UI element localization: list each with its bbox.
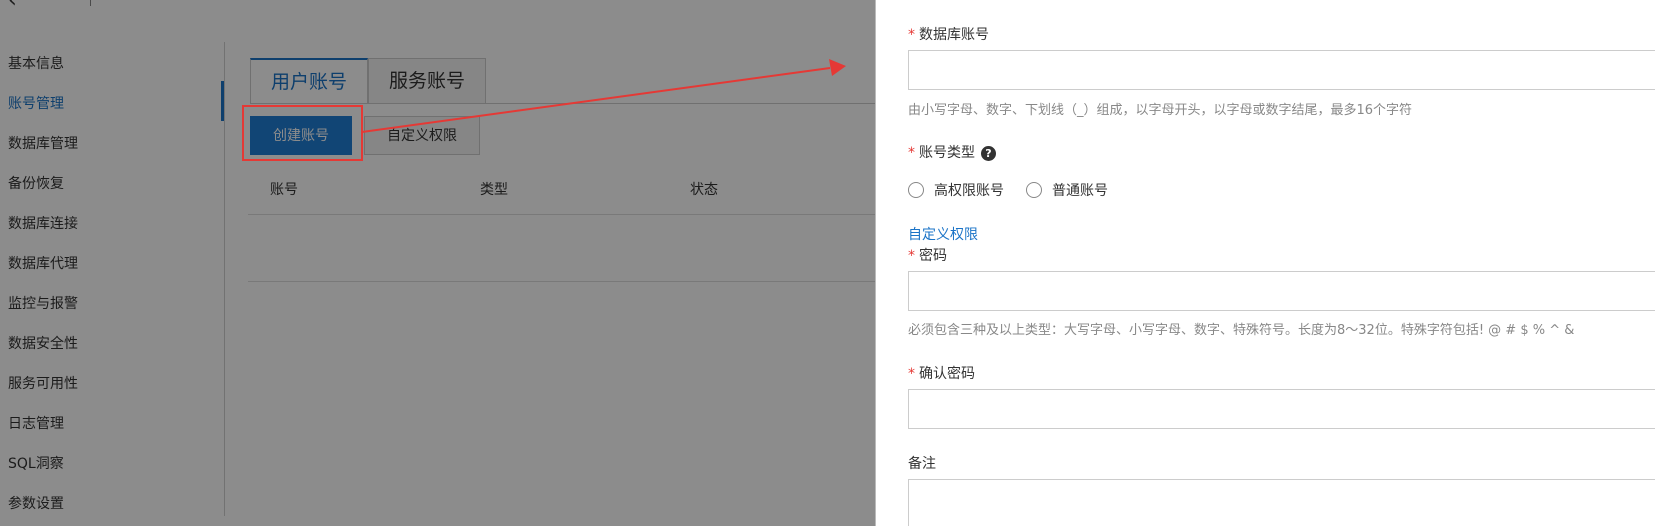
account-type-radio-group: 高权限账号 普通账号	[908, 180, 1122, 200]
confirm-password-input[interactable]	[908, 389, 1655, 429]
create-account-drawer: * 数据库账号 由小写字母、数字、下划线（_）组成，以字母开头，以字母或数字结尾，…	[875, 0, 1655, 526]
confirm-password-label: * 确认密码	[908, 366, 975, 382]
radio-circle-icon	[1026, 182, 1042, 198]
help-icon[interactable]: ?	[981, 145, 996, 161]
custom-permission-link[interactable]: 自定义权限	[908, 224, 978, 244]
radio-privileged-account[interactable]: 高权限账号	[908, 180, 1004, 200]
radio-circle-icon	[908, 182, 924, 198]
password-hint: 必须包含三种及以上类型：大写字母、小写字母、数字、特殊符号。长度为8～32位。特…	[908, 323, 1575, 338]
radio-label: 普通账号	[1052, 183, 1108, 199]
remark-textarea[interactable]	[908, 479, 1655, 526]
account-type-label: * 账号类型?	[908, 142, 996, 162]
modal-overlay[interactable]	[0, 0, 875, 526]
password-input[interactable]	[908, 271, 1655, 311]
remark-label: 备注	[908, 456, 936, 472]
required-marker: *	[908, 248, 915, 264]
account-name-hint: 由小写字母、数字、下划线（_）组成，以字母开头，以字母或数字结尾，最多16个字符	[908, 103, 1413, 118]
radio-standard-account[interactable]: 普通账号	[1026, 180, 1108, 200]
required-marker: *	[908, 27, 915, 43]
required-marker: *	[908, 366, 915, 382]
password-label: * 密码	[908, 248, 947, 264]
annotation-highlight-box	[242, 105, 363, 161]
account-name-input[interactable]	[908, 50, 1655, 90]
radio-label: 高权限账号	[934, 183, 1004, 199]
required-marker: *	[908, 145, 915, 161]
account-name-label: * 数据库账号	[908, 27, 989, 43]
